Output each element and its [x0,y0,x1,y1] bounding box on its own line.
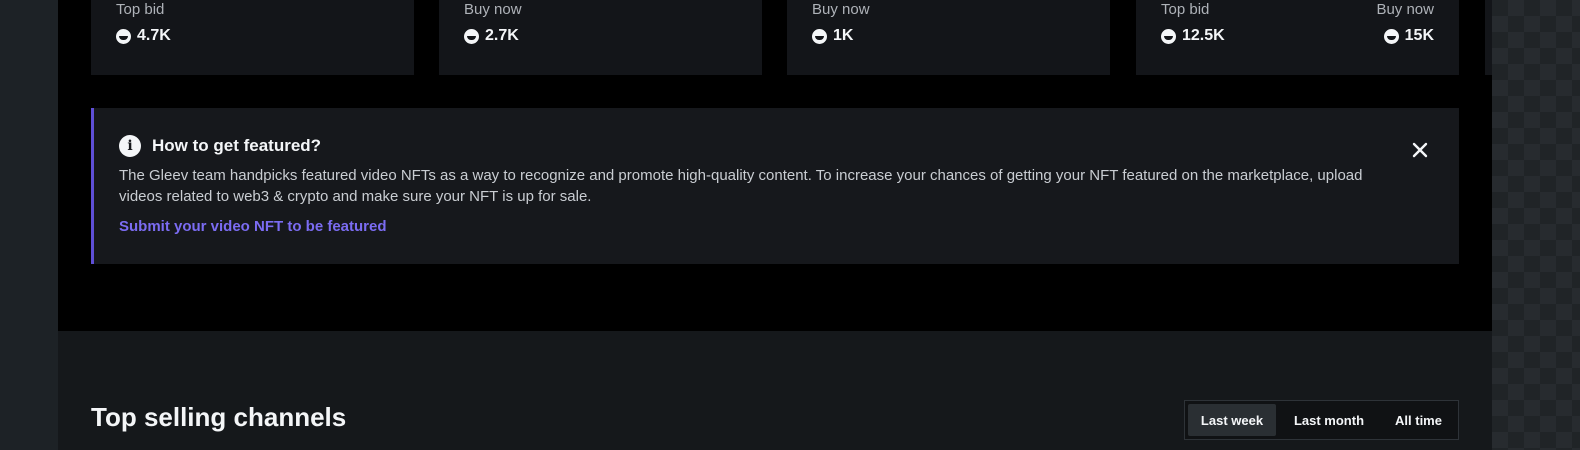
period-toggle: Last week Last month All time [1184,400,1459,440]
nft-card[interactable]: Buy now 2.7K [439,0,762,75]
token-icon [1161,28,1176,44]
nft-card[interactable]: Top bid 12.5K Buy now 15K [1136,0,1459,75]
price-amount: 4.7K [137,27,171,44]
price-label: Buy now [1376,1,1434,18]
price-value: 15K [1376,27,1434,45]
price-amount: 2.7K [485,27,519,44]
price-block: Buy now 2.7K [464,0,522,45]
token-icon [812,28,827,44]
tab-last-month[interactable]: Last month [1278,404,1380,436]
price-label: Top bid [116,1,165,18]
price-block: Top bid 4.7K [116,0,171,45]
price-value: 4.7K [116,27,171,45]
submit-featured-link[interactable]: Submit your video NFT to be featured [119,218,387,235]
price-label: Buy now [464,1,522,18]
price-amount: 12.5K [1182,27,1225,44]
price-block-secondary: Buy now 15K [1376,0,1434,45]
tab-all-time[interactable]: All time [1382,404,1455,436]
token-icon [1383,28,1399,44]
price-amount: 1K [833,27,854,44]
price-block: Buy now 1K [812,0,870,45]
price-block: Top bid 12.5K [1161,0,1225,45]
info-icon: i [119,135,141,157]
price-label: Top bid [1161,1,1210,18]
price-amount: 15K [1404,27,1434,44]
nft-card-partial[interactable] [1485,0,1492,75]
price-value: 1K [812,27,870,45]
nft-card[interactable]: Buy now 1K [787,0,1110,75]
left-sidebar-edge [0,0,58,450]
price-value: 2.7K [464,27,522,45]
banner-title: How to get featured? [152,136,322,155]
token-icon [464,28,479,44]
section-title: Top selling channels [91,402,347,432]
featured-info-banner: i How to get featured? The Gleev team ha… [91,108,1459,264]
price-label: Buy now [812,1,870,18]
tab-last-week[interactable]: Last week [1188,404,1276,436]
banner-description: The Gleev team handpicks featured video … [119,167,1363,205]
token-icon [116,28,131,44]
nft-card[interactable]: Top bid 4.7K [91,0,414,75]
close-icon[interactable] [1408,138,1432,162]
price-value: 12.5K [1161,27,1225,45]
scroll-area-pattern [1492,0,1580,450]
